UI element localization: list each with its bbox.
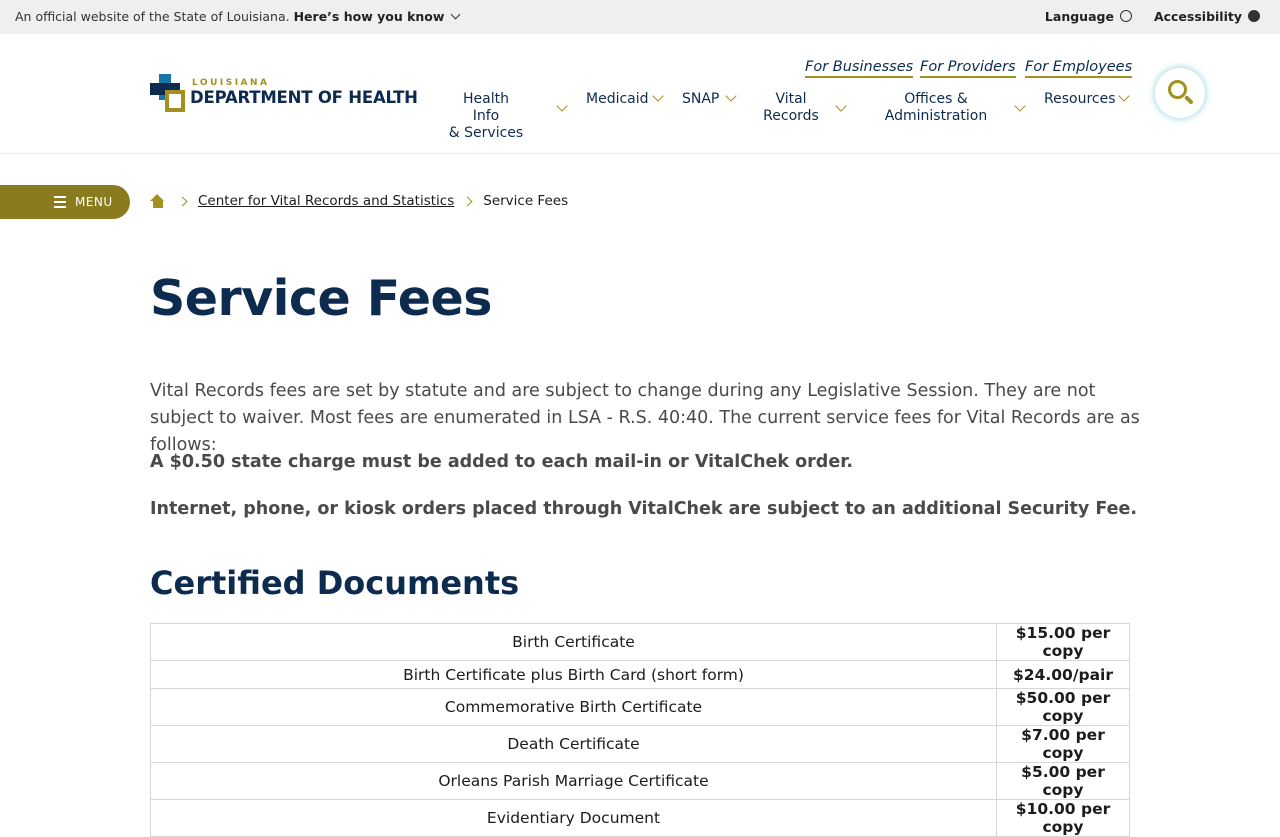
chevron-down-icon[interactable] [450, 9, 461, 20]
nav-health-label-1: Health Info [463, 91, 509, 124]
language-button[interactable]: Language [1045, 9, 1132, 24]
nav-offices-label-1: Offices & [904, 91, 968, 107]
home-icon[interactable] [150, 194, 165, 208]
fee-document: Evidentiary Document [150, 799, 997, 837]
intro-paragraph: Vital Records fees are set by statute an… [150, 381, 1140, 455]
table-row: Evidentiary Document $10.00 per copy [150, 799, 1130, 837]
section-title: Certified Documents [150, 564, 520, 602]
fee-document: Birth Certificate plus Birth Card (short… [150, 659, 997, 690]
nav-offices[interactable]: Offices & Administration [884, 91, 988, 125]
logo-department: DEPARTMENT OF HEALTH [190, 88, 418, 107]
for-businesses-link[interactable]: For Businesses [805, 59, 914, 78]
site-header: LOUISIANA DEPARTMENT OF HEALTH For Busin… [0, 34, 1280, 154]
breadcrumb-current: Service Fees [483, 193, 569, 209]
fee-price: $7.00 per copy [996, 725, 1130, 764]
chevron-down-icon[interactable] [835, 100, 847, 112]
table-row: Commemorative Birth Certificate $50.00 p… [150, 688, 1130, 727]
nav-medicaid[interactable]: Medicaid [586, 91, 649, 108]
hamburger-icon [54, 196, 66, 208]
fee-document: Orleans Parish Marriage Certificate [150, 762, 997, 801]
official-site-bar: An official website of the State of Loui… [0, 0, 1280, 34]
nav-vital-records[interactable]: Vital Records [763, 91, 819, 125]
fee-price: $5.00 per copy [996, 762, 1130, 801]
fee-price: $10.00 per copy [996, 799, 1130, 837]
for-providers-link[interactable]: For Providers [920, 59, 1016, 78]
accessibility-button[interactable]: Accessibility [1154, 9, 1260, 24]
table-row: Orleans Parish Marriage Certificate $5.0… [150, 762, 1130, 801]
nav-resources[interactable]: Resources [1044, 91, 1116, 108]
chevron-right-icon [177, 196, 188, 206]
nav-health-info[interactable]: Health Info & Services [448, 91, 524, 142]
chevron-down-icon[interactable] [1014, 100, 1026, 112]
nav-health-label-2: & Services [448, 125, 524, 141]
chevron-right-icon [462, 196, 473, 206]
chevron-down-icon[interactable] [652, 90, 664, 102]
breadcrumb: Center for Vital Records and Statistics … [150, 193, 568, 209]
cross-logo-icon [150, 74, 186, 112]
nav-vital-label-2: Records [763, 108, 819, 124]
ldh-logo[interactable]: LOUISIANA DEPARTMENT OF HEALTH [150, 74, 418, 114]
how-you-know-link[interactable]: Here’s how you know [294, 9, 445, 24]
chevron-down-icon[interactable] [556, 100, 568, 112]
logo-state: LOUISIANA [192, 78, 270, 88]
accessibility-label: Accessibility [1153, 9, 1242, 24]
chevron-down-icon[interactable] [1118, 90, 1130, 102]
page-title: Service Fees [150, 270, 492, 327]
for-employees-link[interactable]: For Employees [1025, 59, 1133, 78]
fee-price: $24.00/pair [996, 659, 1130, 690]
chevron-down-icon[interactable] [725, 90, 737, 102]
language-label: Language [1044, 9, 1114, 24]
table-row: Death Certificate $7.00 per copy [150, 725, 1130, 764]
state-charge-note: A $0.50 state charge must be added to ea… [150, 452, 853, 472]
search-button[interactable] [1155, 68, 1205, 118]
fee-price: $50.00 per copy [996, 688, 1130, 727]
globe-icon [1119, 10, 1132, 22]
menu-button[interactable]: MENU [0, 185, 130, 219]
accessibility-icon [1248, 10, 1260, 22]
fee-document: Birth Certificate [150, 623, 997, 661]
nav-vital-label-1: Vital [775, 91, 807, 107]
official-notice: An official website of the State of Loui… [15, 9, 461, 24]
fee-document: Death Certificate [150, 725, 997, 764]
nav-snap[interactable]: SNAP [682, 91, 719, 108]
table-row: Birth Certificate $15.00 per copy [150, 623, 1130, 661]
breadcrumb-parent-link[interactable]: Center for Vital Records and Statistics [198, 193, 454, 209]
official-notice-text: An official website of the State of Loui… [15, 9, 290, 24]
fee-price: $15.00 per copy [996, 623, 1130, 661]
security-fee-note: Internet, phone, or kiosk orders placed … [150, 499, 1137, 519]
table-row: Birth Certificate plus Birth Card (short… [150, 659, 1130, 690]
menu-label: MENU [75, 195, 113, 209]
fees-table: Birth Certificate $15.00 per copy Birth … [150, 623, 1130, 837]
fee-document: Commemorative Birth Certificate [150, 688, 997, 727]
nav-offices-label-2: Administration [884, 108, 988, 124]
